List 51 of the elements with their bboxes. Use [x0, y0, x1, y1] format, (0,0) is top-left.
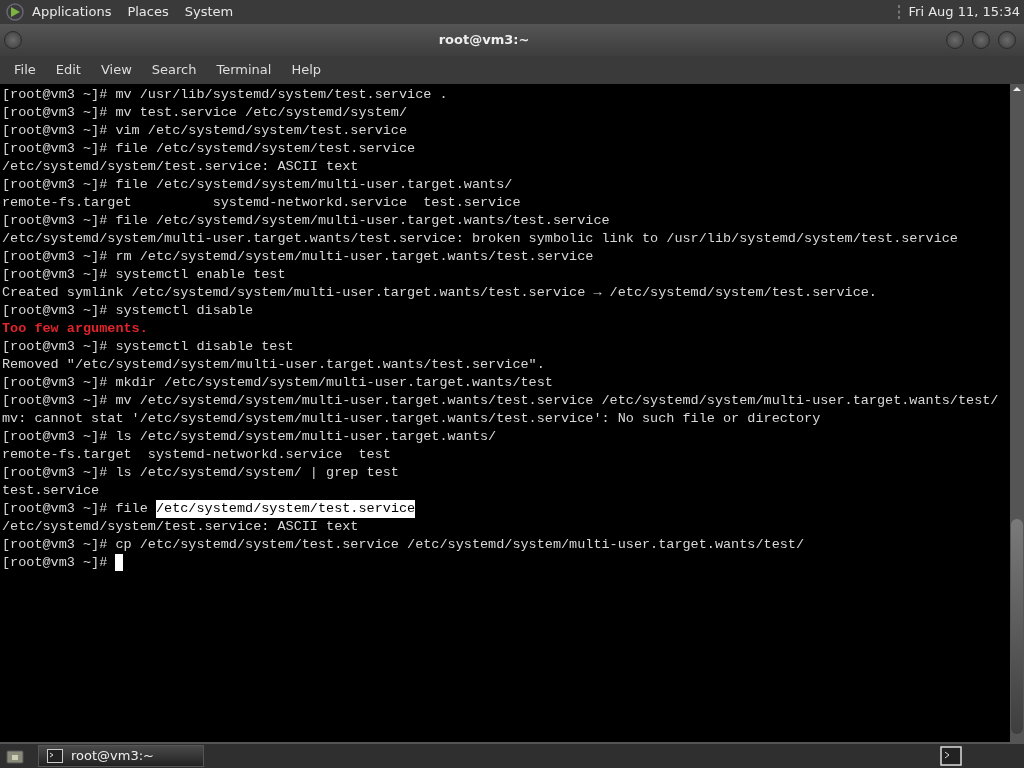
- menu-item[interactable]: Search: [141, 56, 207, 84]
- menu-item[interactable]: Help: [281, 56, 332, 84]
- minimize-button[interactable]: [946, 31, 964, 49]
- terminal-line: [root@vm3 ~]# ls /etc/systemd/system/ | grep test: [2, 464, 399, 482]
- terminal-line: mv: cannot stat '/etc/systemd/system/multi-user.target.wants/test.service': No such file or directory: [2, 410, 821, 428]
- window-menu-button[interactable]: [4, 31, 22, 49]
- terminal-line: Created symlink /etc/systemd/system/multi-user.target.wants/test.service → /etc/systemd/system/test.service.: [2, 284, 877, 302]
- terminal-line: [root@vm3 ~]# systemctl disable test: [2, 338, 294, 356]
- scrollbar[interactable]: [1010, 84, 1024, 742]
- panel-menu[interactable]: System: [176, 0, 242, 24]
- terminal-line: [root@vm3 ~]# file /etc/systemd/system/multi-user.target.wants/: [2, 176, 513, 194]
- panel-menu[interactable]: Applications: [24, 0, 120, 24]
- terminal-line: [root@vm3 ~]# mkdir /etc/systemd/system/multi-user.target.wants/test: [2, 374, 553, 392]
- terminal-icon[interactable]: [940, 746, 962, 766]
- terminal-line: remote-fs.target systemd-networkd.service test.service: [2, 194, 521, 212]
- terminal-line: [root@vm3 ~]# file /etc/systemd/system/multi-user.target.wants/test.service: [2, 212, 610, 230]
- terminal-line: [root@vm3 ~]# vim /etc/systemd/system/test.service: [2, 122, 408, 140]
- terminal-line: [root@vm3 ~]# file: [2, 500, 149, 518]
- terminal-line: test.service: [2, 482, 100, 500]
- terminal-line: [root@vm3 ~]# systemctl disable: [2, 302, 254, 320]
- close-button[interactable]: [998, 31, 1016, 49]
- terminal-line: /etc/systemd/system/test.service: ASCII text: [2, 518, 359, 536]
- terminal-line: [root@vm3 ~]# cp /etc/systemd/system/test.service /etc/systemd/system/multi-user.target.wants/test/: [2, 536, 805, 554]
- terminal-line: [root@vm3 ~]#: [2, 554, 109, 572]
- terminal-line: [root@vm3 ~]# mv /etc/systemd/system/multi-user.target.wants/test.service /etc/systemd/system/multi-user.target.wants/test/: [2, 392, 999, 410]
- terminal-line: /etc/systemd/system/test.service: ASCII text: [2, 158, 359, 176]
- show-desktop-icon[interactable]: [6, 748, 24, 764]
- panel-menu[interactable]: Places: [119, 0, 177, 24]
- clock[interactable]: Fri Aug 11, 15:34: [900, 0, 1024, 24]
- terminal-line: remote-fs.target systemd-networkd.service test: [2, 446, 391, 464]
- terminal-line: [root@vm3 ~]# mv /usr/lib/systemd/system/test.service .: [2, 86, 448, 104]
- maximize-button[interactable]: [972, 31, 990, 49]
- taskbar-button[interactable]: root@vm3:~: [38, 745, 204, 767]
- menu-item[interactable]: File: [4, 56, 46, 84]
- terminal-line: [root@vm3 ~]# file /etc/systemd/system/test.service: [2, 140, 416, 158]
- terminal-line: [root@vm3 ~]# systemctl enable test: [2, 266, 286, 284]
- terminal-line: [root@vm3 ~]# ls /etc/systemd/system/multi-user.target.wants/: [2, 428, 497, 446]
- selected-text: /etc/systemd/system/test.service: [155, 500, 416, 518]
- terminal-line: [root@vm3 ~]# mv test.service /etc/systemd/system/: [2, 104, 408, 122]
- terminal-line: Removed "/etc/systemd/system/multi-user.target.wants/test.service".: [2, 356, 545, 374]
- menu-item[interactable]: Terminal: [206, 56, 282, 84]
- menu-item[interactable]: View: [90, 56, 142, 84]
- window-title: root@vm3:~: [438, 32, 530, 48]
- handle-icon: [896, 4, 901, 20]
- menu-item[interactable]: Edit: [45, 56, 91, 84]
- logo-icon[interactable]: [6, 3, 24, 21]
- scrollbar-thumb[interactable]: [1011, 519, 1023, 734]
- terminal-icon: [47, 749, 63, 763]
- error-message: Too few arguments.: [2, 320, 148, 338]
- terminal-line: /etc/systemd/system/multi-user.target.wants/test.service: broken symbolic link to /usr/lib/systemd/system/test.service: [2, 230, 958, 248]
- terminal-line: [root@vm3 ~]# rm /etc/systemd/system/multi-user.target.wants/test.service: [2, 248, 594, 266]
